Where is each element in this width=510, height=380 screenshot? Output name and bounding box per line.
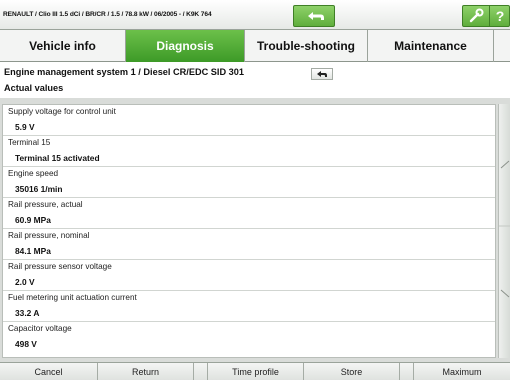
main-tabs: Vehicle info Diagnosis Trouble-shooting … [0,30,510,62]
section-title: Actual values [4,83,64,93]
tab-diagnosis[interactable]: Diagnosis [126,30,245,62]
value-reading: Terminal 15 activated [15,153,100,163]
back-button[interactable] [293,5,335,27]
value-label: Supply voltage for control unit [8,107,116,116]
title-bar: RENAULT / Clio III 1.5 dCi / BR/CR / 1.5… [0,0,510,30]
footer-spacer [400,363,414,380]
scroll-arrows [499,160,510,298]
system-title: Engine management system 1 / Diesel CR/E… [4,67,244,77]
value-label: Fuel metering unit actuation current [8,293,137,302]
value-row: Engine speed 35016 1/min [3,167,495,198]
scrollbar[interactable] [498,104,510,358]
value-label: Rail pressure, actual [8,200,83,209]
value-row: Rail pressure, actual 60.9 MPa [3,198,495,229]
value-row: Capacitor voltage 498 V [3,322,495,353]
tools-help-group: ? [462,5,510,27]
value-label: Rail pressure sensor voltage [8,262,112,271]
maximum-button[interactable]: Maximum [414,363,510,380]
actual-values-list: Supply voltage for control unit 5.9 V Te… [2,104,496,358]
value-reading: 33.2 A [15,308,40,318]
footer-toolbar: Cancel Return Time profile Store Maximum [0,362,510,380]
value-label: Rail pressure, nominal [8,231,90,240]
cancel-button[interactable]: Cancel [0,363,98,380]
time-profile-button[interactable]: Time profile [208,363,304,380]
header-back-button[interactable] [311,68,333,80]
tab-maintenance[interactable]: Maintenance [368,30,494,62]
wrench-icon [469,8,484,23]
value-row: Rail pressure sensor voltage 2.0 V [3,260,495,291]
value-label: Engine speed [8,169,59,178]
return-button[interactable]: Return [98,363,194,380]
section-header: Engine management system 1 / Diesel CR/E… [0,62,510,98]
value-reading: 2.0 V [15,277,35,287]
value-row: Supply voltage for control unit 5.9 V [3,105,495,136]
store-button[interactable]: Store [304,363,400,380]
tab-overflow [494,30,510,62]
value-reading: 498 V [15,339,37,349]
help-button[interactable]: ? [490,6,510,26]
back-arrow-icon [317,71,327,77]
vehicle-title: RENAULT / Clio III 1.5 dCi / BR/CR / 1.5… [3,11,212,18]
value-reading: 35016 1/min [15,184,63,194]
value-reading: 60.9 MPa [15,215,51,225]
value-row: Fuel metering unit actuation current 33.… [3,291,495,322]
back-arrow-icon [308,12,324,20]
value-row: Terminal 15 Terminal 15 activated [3,136,495,167]
value-row: Rail pressure, nominal 84.1 MPa [3,229,495,260]
value-label: Terminal 15 [8,138,51,147]
value-reading: 5.9 V [15,122,35,132]
tab-vehicle-info[interactable]: Vehicle info [0,30,126,62]
footer-spacer [194,363,208,380]
value-label: Capacitor voltage [8,324,72,333]
scroll-down-icon [500,289,510,298]
value-reading: 84.1 MPa [15,246,51,256]
tools-button[interactable] [463,6,489,26]
scroll-up-icon [500,160,510,169]
tab-trouble-shooting[interactable]: Trouble-shooting [245,30,368,62]
